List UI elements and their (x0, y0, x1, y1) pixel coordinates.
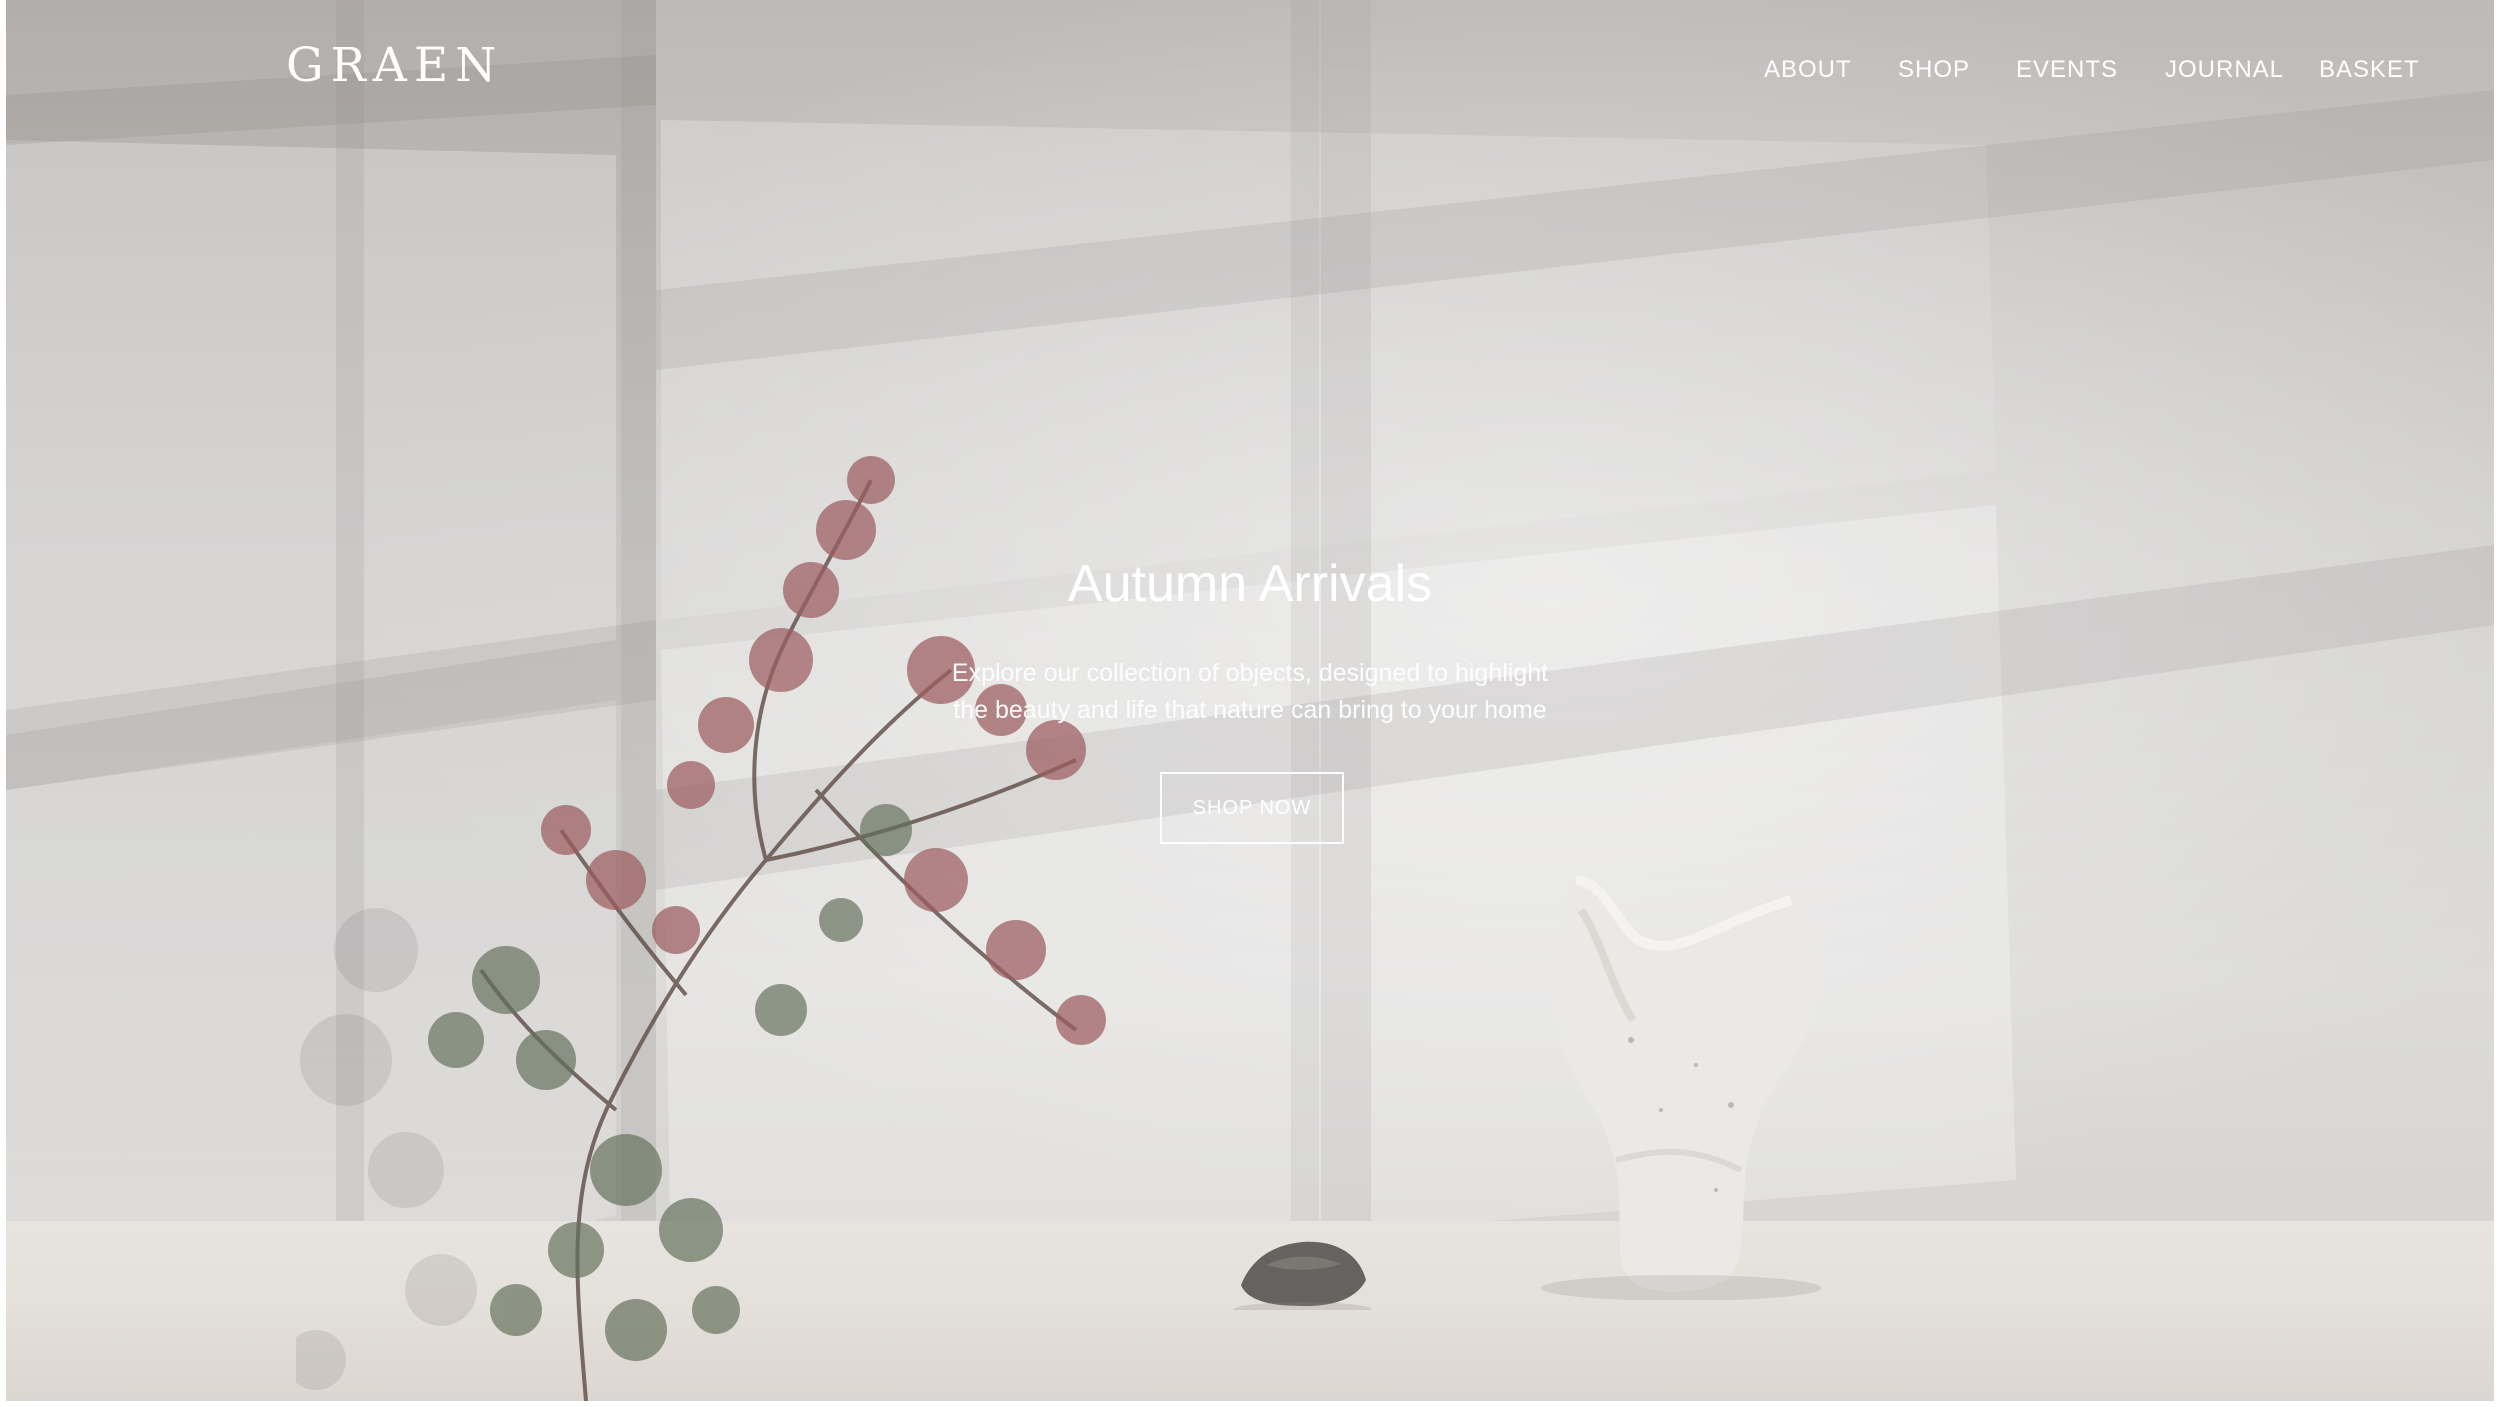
nav-journal-link[interactable]: JOURNAL (2165, 56, 2284, 84)
website-viewport: GRAEN ABOUT SHOP EVENTS JOURNAL BASKET A… (6, 0, 2494, 1401)
white-ceramic-vase (1541, 875, 1822, 1300)
nav-about-link[interactable]: ABOUT (1764, 56, 1852, 84)
nav-shop-link[interactable]: SHOP (1898, 56, 1970, 84)
site-header: GRAEN ABOUT SHOP EVENTS JOURNAL BASKET (6, 0, 2494, 140)
graen-logo[interactable]: GRAEN (286, 42, 503, 89)
small-gray-stone (1233, 1241, 1371, 1310)
hero-subtitle: Explore our collection of objects, desig… (951, 659, 1549, 724)
shop-now-button[interactable]: SHOP NOW (1160, 772, 1344, 844)
hero-title: Autumn Arrivals (1067, 555, 1433, 613)
nav-basket-link[interactable]: BASKET (2319, 56, 2420, 84)
main-navigation: ABOUT SHOP EVENTS JOURNAL BASKET (1764, 56, 2494, 86)
hero-section: Autumn Arrivals Explore our collection o… (6, 555, 2494, 855)
nav-events-link[interactable]: EVENTS (2016, 56, 2118, 84)
